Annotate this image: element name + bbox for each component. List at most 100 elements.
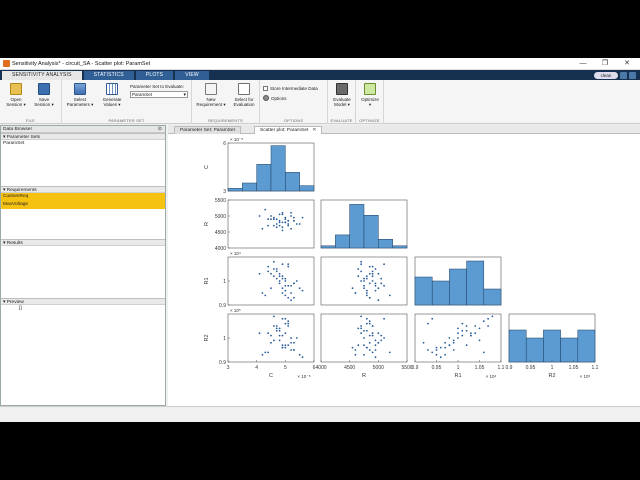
scatter-point (383, 317, 385, 320)
x-tick-label: 4500 (344, 365, 355, 371)
scatter-point (371, 325, 374, 327)
scatter-point (278, 221, 281, 224)
close-tab-icon[interactable]: ✕ (312, 128, 316, 133)
scatter-point (377, 332, 380, 335)
scatter-point (275, 226, 278, 229)
scatter-point (383, 337, 385, 339)
save-session-button[interactable]: Save Session ▾ (31, 83, 57, 107)
list-item[interactable]: ParamSet (1, 140, 165, 148)
y-multiplier: × 10⁴ (230, 251, 241, 256)
scatter-point (371, 265, 374, 268)
scatter-point (284, 284, 287, 287)
histogram-bar (320, 245, 336, 249)
scatter-point (444, 341, 446, 344)
scatter-point (298, 287, 301, 290)
scatter-point (275, 325, 278, 327)
y-tick-label: 6 (223, 141, 226, 147)
scatter-point (435, 346, 438, 349)
scatter-point (258, 332, 261, 335)
y-tick-label: 5500 (215, 198, 226, 204)
status-bar (0, 406, 640, 422)
select-parameters-button[interactable]: Select Parameters ▾ (66, 83, 94, 107)
preview-header[interactable]: ▾ Preview (1, 298, 165, 305)
y-tick-label: 0.9 (219, 303, 226, 309)
restore-button[interactable]: ❐ (594, 58, 616, 70)
open-session-button[interactable]: Open Session ▾ (3, 83, 29, 107)
options-button[interactable]: Options (263, 95, 287, 101)
tab-plots[interactable]: PLOTS (135, 71, 174, 80)
scatter-point (380, 334, 383, 337)
tab-scatter-plot[interactable]: Scatter plot: ParamSet ✕ (254, 126, 323, 134)
scatter-point (422, 341, 425, 344)
histogram-bar (227, 188, 243, 192)
y-axis-label: R1 (204, 277, 210, 284)
scatter-point (371, 275, 374, 278)
expand-icon[interactable] (629, 71, 636, 79)
group-evaluate: Evaluate Model ▾ EVALUATE (328, 80, 356, 124)
scatter-point (470, 332, 472, 335)
scatter-point (275, 270, 278, 273)
scatter-point (368, 322, 371, 325)
scatter-point (284, 216, 287, 219)
scatter-point (290, 299, 292, 302)
matlab-window: Sensitivity Analysis* - circuit_SA - Sca… (0, 58, 640, 422)
y-tick-label: 4000 (215, 246, 226, 252)
scatter-point (360, 315, 363, 318)
scatter-point (281, 334, 284, 337)
x-tick-label: 4000 (315, 365, 326, 371)
scatter-point (374, 344, 377, 347)
scatter-point (444, 353, 446, 356)
scatter-point (275, 277, 278, 280)
parameter-set-dropdown[interactable]: ParamSet (130, 91, 188, 98)
help-icon[interactable] (620, 71, 627, 79)
select-for-evaluation-button[interactable]: Select for Evaluation (229, 83, 259, 107)
scatter-point (267, 332, 270, 335)
axes-frame (227, 313, 315, 363)
scatter-point (298, 223, 301, 225)
close-button[interactable]: ✕ (616, 58, 638, 70)
minimize-button[interactable]: — (572, 58, 594, 70)
list-item[interactable]: MaxVoltage (1, 201, 165, 209)
evaluate-model-button[interactable]: Evaluate Model ▾ (329, 83, 355, 107)
y-axis-label: R2 (204, 334, 210, 341)
generate-values-button[interactable]: Generate Values ▾ (98, 83, 126, 107)
optimize-button[interactable]: Optimize ▾ (357, 83, 383, 107)
scatter-point (365, 289, 368, 292)
tab-view[interactable]: VIEW (175, 71, 209, 80)
scatter-point (284, 221, 287, 224)
scatter-point (267, 265, 270, 268)
scatter-point (278, 219, 281, 222)
data-browser-panel: Data Browser ⊙ ▾ Parameter Sets ParamSet… (0, 125, 166, 406)
scatter-point (371, 334, 374, 337)
scatter-point (427, 349, 429, 351)
histogram-bar (431, 280, 450, 306)
requirements-header[interactable]: ▾ Requirements (1, 186, 165, 193)
scatter-point (284, 332, 287, 335)
scatter-point (275, 327, 278, 330)
scatter-point (360, 270, 363, 273)
scatter-point (293, 296, 295, 299)
tab-parameter-set[interactable]: Parameter Set: ParamSet (174, 126, 241, 134)
scatter-point (264, 294, 267, 297)
scatter-point (264, 351, 267, 354)
scatter-point (363, 344, 365, 347)
scatter-point (284, 294, 287, 297)
quick-access-chip[interactable]: clean (594, 71, 618, 79)
scatter-point (363, 353, 365, 356)
scatter-point (363, 277, 365, 280)
new-requirement-button[interactable]: New Requirement ▾ (195, 83, 227, 107)
store-intermediate-data-checkbox[interactable]: Store Intermediate Data (263, 86, 318, 91)
results-header[interactable]: ▾ Results (1, 239, 165, 246)
scatter-point (284, 346, 287, 349)
list-item[interactable]: CustomReq (1, 193, 165, 201)
panel-menu-icon[interactable]: ⊙ (158, 126, 162, 133)
scatter-point (290, 337, 292, 339)
scatter-point (284, 280, 287, 282)
scatter-point (354, 292, 357, 294)
parameter-sets-header[interactable]: ▾ Parameter Sets (1, 133, 165, 140)
scatter-point (270, 215, 272, 217)
tab-statistics[interactable]: STATISTICS (83, 71, 134, 80)
tab-sensitivity-analysis[interactable]: SENSITIVITY ANALYSIS (2, 71, 82, 80)
scatter-point (368, 265, 371, 268)
scatter-point (287, 320, 290, 323)
